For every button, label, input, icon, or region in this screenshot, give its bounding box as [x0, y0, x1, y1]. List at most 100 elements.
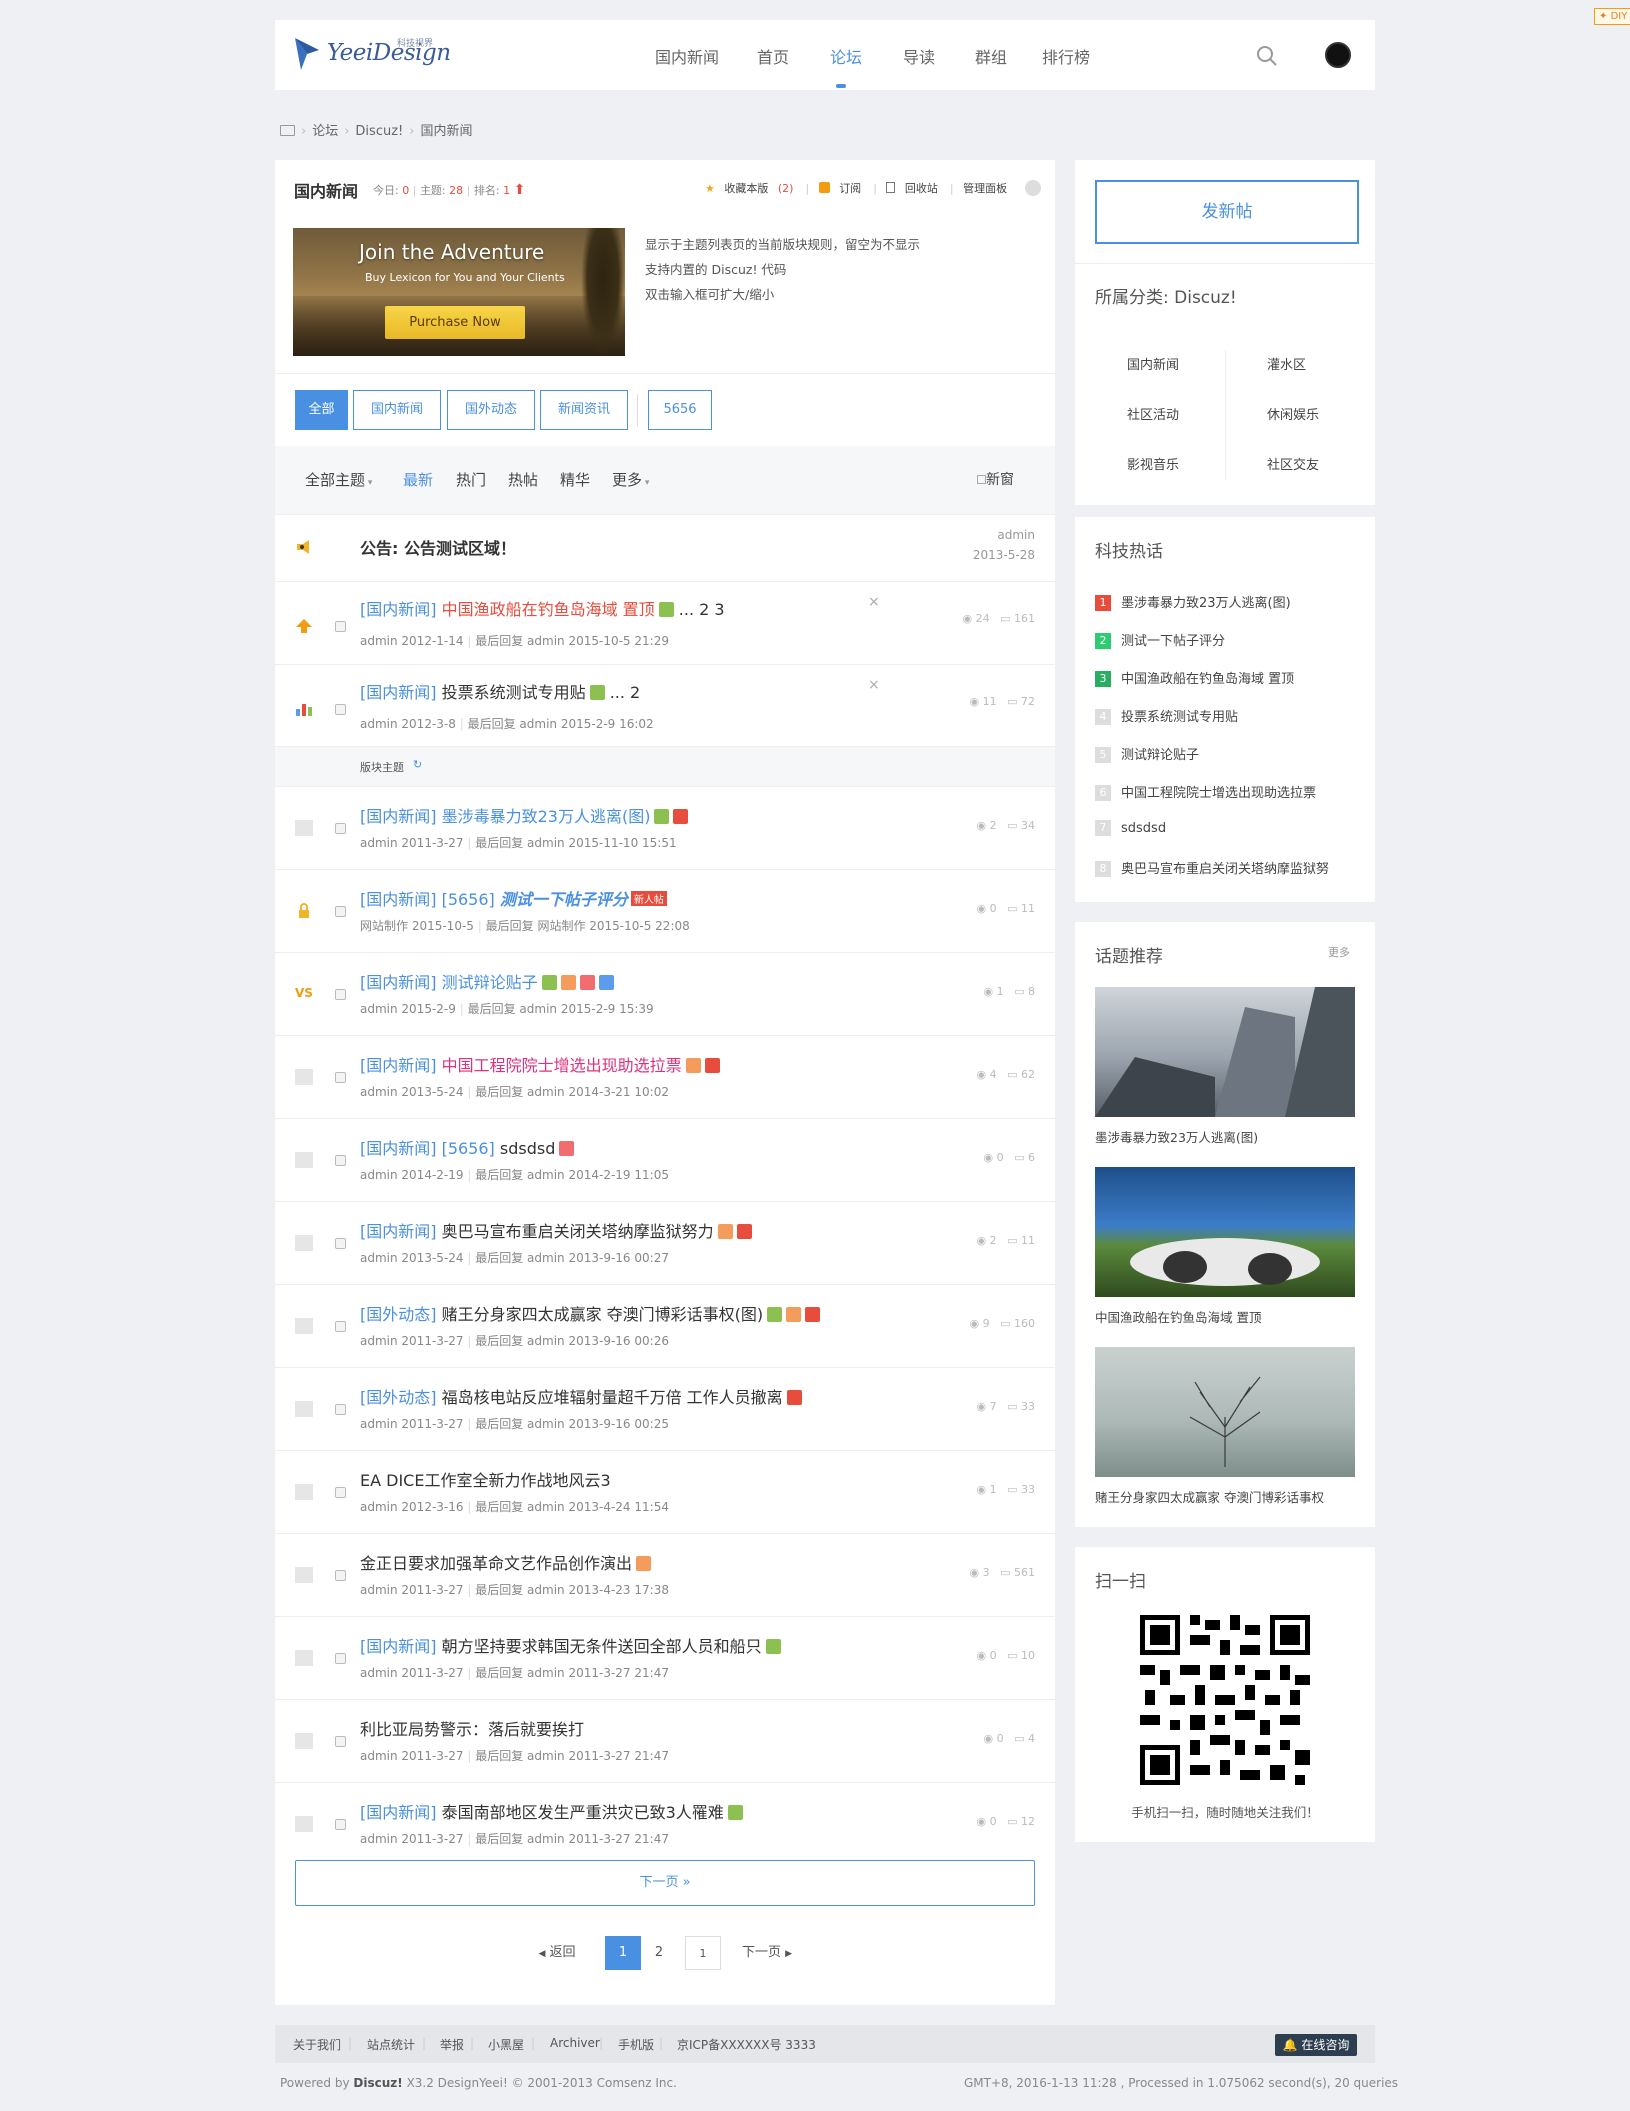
thread-title[interactable]: [国内新闻] 奥巴马宣布重启关闭关塔纳摩监狱努力: [360, 1218, 752, 1242]
discuz-link[interactable]: Discuz!: [353, 2076, 402, 2090]
thread-title[interactable]: [国内新闻] 投票系统测试专用贴 ... 2: [360, 679, 640, 703]
thread-checkbox[interactable]: [335, 1653, 346, 1664]
thread-row[interactable]: [国内新闻] 朝方坚持要求韩国无条件送回全部人员和船只 admin 2011-3…: [275, 1616, 1055, 1699]
thread-title[interactable]: [国内新闻] 中国工程院院士增选出现助选拉票: [360, 1052, 720, 1076]
manage-button[interactable]: 管理面板: [963, 182, 1007, 195]
page-input[interactable]: 1: [685, 1936, 721, 1970]
favorite-button[interactable]: ★ 收藏本版 (2): [705, 182, 799, 195]
thread-checkbox[interactable]: [335, 1072, 346, 1083]
footer-link[interactable]: 关于我们: [293, 2036, 341, 2053]
new-post-button[interactable]: 发新帖: [1095, 180, 1359, 244]
thread-checkbox[interactable]: [335, 1487, 346, 1498]
category-item[interactable]: 灌水区: [1267, 354, 1306, 373]
tab-5656[interactable]: 5656: [648, 390, 712, 430]
thread-checkbox[interactable]: [335, 704, 346, 715]
thread-checkbox[interactable]: [335, 1819, 346, 1830]
nav-item-ranking[interactable]: 排行榜: [1042, 44, 1090, 68]
thread-title[interactable]: [国内新闻] [5656] 测试一下帖子评分 新人帖: [360, 886, 667, 910]
category-item[interactable]: 休闲娱乐: [1267, 404, 1319, 423]
hot-item[interactable]: 2 测试一下帖子评分: [1095, 630, 1225, 649]
hot-item[interactable]: 6 中国工程院院士增选出现助选拉票: [1095, 782, 1316, 801]
thread-checkbox[interactable]: [335, 621, 346, 632]
thread-row[interactable]: [国外动态] 赌王分身家四太成赢家 夺澳门博彩话事权(图) admin 2011…: [275, 1284, 1055, 1367]
search-icon[interactable]: [1255, 44, 1279, 68]
next-page-button[interactable]: 下一页 »: [295, 1860, 1035, 1906]
thread-title[interactable]: [国内新闻] 墨涉毒暴力致23万人逃离(图): [360, 803, 689, 827]
next-page-link[interactable]: 下一页 ▶: [729, 1936, 805, 1970]
thread-title[interactable]: [国内新闻] 中国渔政船在钓鱼岛海域 置顶 ... 2 3: [360, 596, 725, 620]
thread-checkbox[interactable]: [335, 1155, 346, 1166]
checkbox[interactable]: [977, 475, 986, 484]
hot-item[interactable]: 4 投票系统测试专用贴: [1095, 706, 1238, 725]
thread-row[interactable]: [国内新闻] [5656] 测试一下帖子评分 新人帖 网站制作 2015-10-5…: [275, 869, 1055, 952]
thread-title[interactable]: [国内新闻] 朝方坚持要求韩国无条件送回全部人员和船只: [360, 1633, 781, 1657]
site-logo[interactable]: YeeiDesign 科技视界: [293, 34, 451, 76]
thread-title[interactable]: EA DICE工作室全新力作战地风云3: [360, 1467, 611, 1491]
collapse-icon[interactable]: [1024, 180, 1041, 196]
thread-title[interactable]: [国内新闻] [5656] sdsdsd: [360, 1135, 575, 1159]
thread-checkbox[interactable]: [335, 1238, 346, 1249]
announcement-title[interactable]: 公告: 公告测试区域！: [360, 535, 516, 559]
hot-item[interactable]: 5 测试辩论贴子: [1095, 744, 1199, 763]
subscribe-button[interactable]: 订阅: [818, 182, 868, 195]
hot-item[interactable]: 8 奥巴马宣布重启关闭关塔纳摩监狱努: [1095, 858, 1329, 877]
footer-link[interactable]: Archiver: [550, 2036, 600, 2050]
topic-caption[interactable]: 墨涉毒暴力致23万人逃离(图): [1095, 1127, 1258, 1146]
tab-news-info[interactable]: 新闻资讯: [540, 390, 628, 430]
thread-row[interactable]: [国内新闻] [5656] sdsdsd admin 2014-2-19 | 最…: [275, 1118, 1055, 1201]
footer-link[interactable]: 手机版: [618, 2036, 654, 2053]
category-item[interactable]: 社区交友: [1267, 454, 1319, 473]
close-icon[interactable]: ×: [868, 677, 880, 693]
breadcrumb-domestic-news[interactable]: 国内新闻: [420, 124, 472, 139]
thread-checkbox[interactable]: [335, 1321, 346, 1332]
thread-title[interactable]: 利比亚局势警示：落后就要挨打: [360, 1716, 584, 1740]
thread-row[interactable]: [国内新闻] 墨涉毒暴力致23万人逃离(图) admin 2011-3-27 |…: [275, 786, 1055, 869]
thread-checkbox[interactable]: [335, 1404, 346, 1415]
page-2[interactable]: 2: [641, 1936, 677, 1970]
topic-caption[interactable]: 赌王分身家四太成赢家 夺澳门博彩话事权: [1095, 1487, 1324, 1506]
recycle-button[interactable]: 回收站: [886, 182, 944, 195]
announcement-row[interactable]: 公告: 公告测试区域！ admin 2013-5-28: [275, 514, 1055, 581]
thread-title[interactable]: [国外动态] 赌王分身家四太成赢家 夺澳门博彩话事权(图): [360, 1301, 821, 1325]
thread-row[interactable]: 利比亚局势警示：落后就要挨打 admin 2011-3-27 | 最后回复 ad…: [275, 1699, 1055, 1782]
topic-caption[interactable]: 中国渔政船在钓鱼岛海域 置顶: [1095, 1307, 1261, 1326]
category-item[interactable]: 影视音乐: [1127, 454, 1179, 473]
thread-row[interactable]: [国外动态] 福岛核电站反应堆辐射量超千万倍 工作人员撤离 admin 2011…: [275, 1367, 1055, 1450]
refresh-icon[interactable]: ↻: [413, 758, 422, 771]
thread-title[interactable]: [国内新闻] 泰国南部地区发生严重洪灾已致3人罹难: [360, 1799, 743, 1823]
filter-more[interactable]: 更多 ▾: [612, 469, 649, 490]
home-icon[interactable]: [280, 125, 295, 136]
topic-image[interactable]: [1095, 1167, 1355, 1297]
filter-all-topics[interactable]: 全部主题 ▾: [305, 469, 372, 490]
tab-foreign-news[interactable]: 国外动态: [447, 390, 535, 430]
nav-item-domestic-news[interactable]: 国内新闻: [655, 44, 719, 68]
ad-banner[interactable]: Join the Adventure Buy Lexicon for You a…: [293, 228, 625, 356]
new-window-toggle[interactable]: 新窗: [977, 469, 1014, 489]
breadcrumb-forum[interactable]: 论坛: [312, 124, 338, 139]
topic-image[interactable]: [1095, 987, 1355, 1117]
nav-item-home[interactable]: 首页: [757, 44, 789, 68]
hot-item[interactable]: 3 中国渔政船在钓鱼岛海域 置顶: [1095, 668, 1294, 687]
footer-link[interactable]: 举报: [440, 2036, 464, 2053]
thread-title[interactable]: [国内新闻] 测试辩论贴子: [360, 969, 614, 993]
hot-item[interactable]: 7 sdsdsd: [1095, 820, 1166, 836]
sticky-thread-row[interactable]: [国内新闻] 中国渔政船在钓鱼岛海域 置顶 ... 2 3 × admin 20…: [275, 581, 1055, 664]
sticky-thread-row[interactable]: [国内新闻] 投票系统测试专用贴 ... 2 × admin 2012-3-8 …: [275, 664, 1055, 746]
back-button[interactable]: ◀ 返回: [525, 1936, 589, 1970]
tab-domestic-news[interactable]: 国内新闻: [353, 390, 441, 430]
topics-more-link[interactable]: 更多: [1328, 944, 1350, 960]
page-1[interactable]: 1: [605, 1936, 641, 1970]
footer-link[interactable]: 小黑屋: [488, 2036, 524, 2053]
user-avatar[interactable]: [1325, 42, 1351, 68]
thread-checkbox[interactable]: [335, 906, 346, 917]
thread-row[interactable]: VS [国内新闻] 测试辩论贴子 admin 2015-2-9 | 最后回复 a…: [275, 952, 1055, 1035]
ad-purchase-button[interactable]: Purchase Now: [385, 306, 525, 339]
tab-all[interactable]: 全部: [295, 390, 348, 430]
category-item[interactable]: 国内新闻: [1127, 354, 1179, 373]
thread-checkbox[interactable]: [335, 1570, 346, 1581]
diy-badge[interactable]: ✦ DIY: [1594, 8, 1630, 25]
thread-row[interactable]: [国内新闻] 中国工程院院士增选出现助选拉票 admin 2013-5-24 |…: [275, 1035, 1055, 1118]
topic-image[interactable]: [1095, 1347, 1355, 1477]
filter-latest[interactable]: 最新: [403, 469, 433, 490]
hot-item[interactable]: 1 墨涉毒暴力致23万人逃离(图): [1095, 592, 1291, 611]
